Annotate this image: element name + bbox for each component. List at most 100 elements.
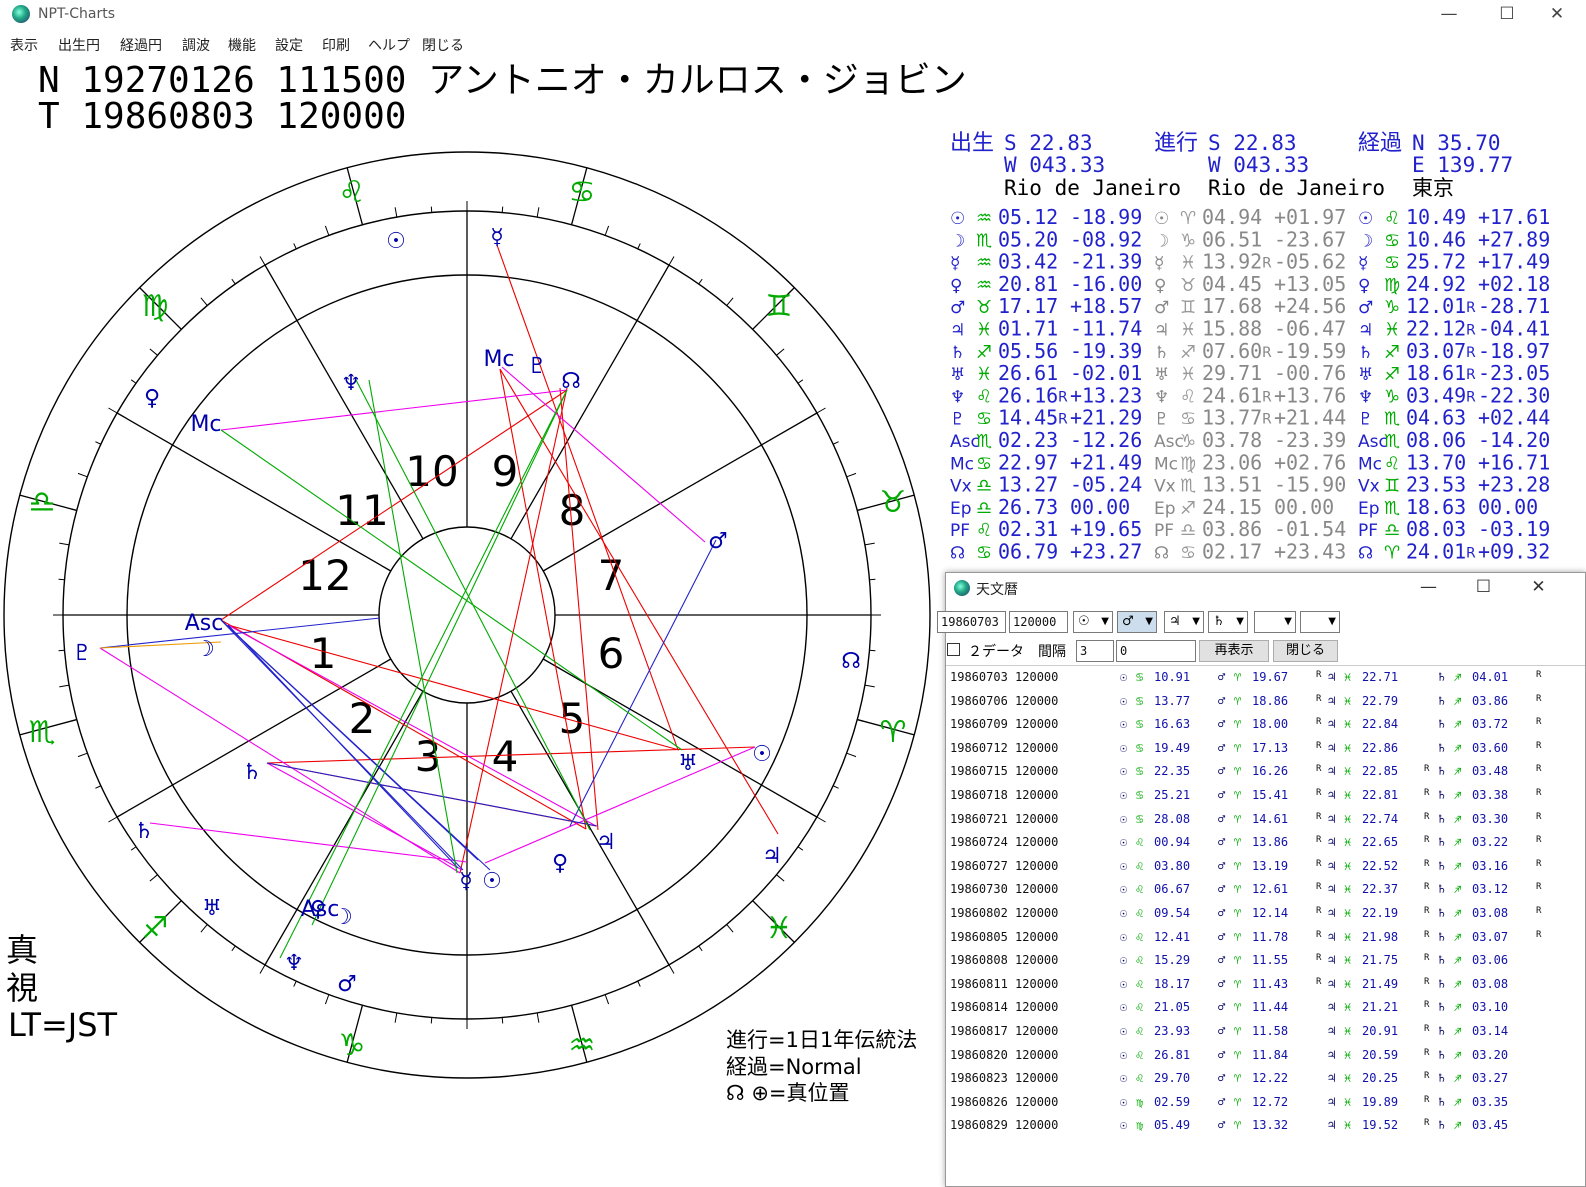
sign-symbol: ♑: [1384, 386, 1400, 407]
interval-input[interactable]: 3: [1076, 640, 1114, 662]
retrograde-flag: [1536, 1071, 1541, 1081]
sign-icon: ♓: [1344, 740, 1352, 755]
mars-icon: ♂: [1218, 1047, 1226, 1062]
planet-select-5[interactable]: ▼: [1254, 611, 1296, 633]
jupiter-icon: ♃: [1328, 811, 1336, 826]
location-label: 進行: [1154, 131, 1198, 156]
sign-symbol: ♐: [976, 342, 992, 363]
redisplay-button[interactable]: 再表示: [1199, 640, 1269, 662]
mars-icon: ♂: [1218, 835, 1226, 850]
declination-value: -03.19: [1478, 517, 1550, 541]
saturn-icon: ♄: [1438, 740, 1446, 755]
latitude: S 22.83: [1208, 131, 1297, 155]
ephemeris-row: 19860808 120000 ☉ ♌ 15.29 ♂ ♈ 11.55 R ♃ ♓ 21.75 R ♄ ♐…: [946, 949, 1586, 973]
sign-icon: ♈: [1234, 670, 1242, 684]
sun-icon: ☉: [1120, 788, 1128, 802]
sign-icon: ♋: [1136, 740, 1144, 755]
planet-symbol: Ep: [1154, 499, 1176, 519]
sign-icon: ♈: [1234, 906, 1242, 920]
planet-glyph: ☉: [752, 742, 772, 767]
sun-longitude: 22.35: [1154, 764, 1191, 779]
offset-input[interactable]: 0: [1116, 640, 1196, 662]
saturn-icon: ♄: [1438, 835, 1446, 850]
planet-glyph: ♂: [708, 529, 728, 554]
declination-value: +23.28: [1478, 473, 1550, 497]
planet-select-6[interactable]: ▼: [1300, 611, 1340, 633]
retrograde-flag: R: [1536, 717, 1542, 728]
degree-tick: [59, 542, 70, 546]
degree-tick: [430, 206, 433, 213]
sun-longitude: 02.59: [1154, 1094, 1191, 1109]
longitude-value: 23.53: [1406, 473, 1466, 497]
mars-icon: ♂: [1218, 811, 1226, 826]
date-input[interactable]: 19860703: [937, 611, 1006, 633]
saturn-longitude: 03.35: [1472, 1094, 1509, 1109]
mars-icon: ♂: [1218, 906, 1226, 920]
degree-tick: [259, 964, 266, 974]
sun-longitude: 12.41: [1154, 929, 1191, 944]
longitude-value: 13.92: [1202, 250, 1262, 274]
ephemeris-minimize-button[interactable]: —: [1401, 573, 1456, 603]
mars-longitude: 11.78: [1252, 929, 1289, 944]
longitude-value: 24.15: [1202, 495, 1262, 519]
two-data-checkbox[interactable]: [947, 643, 960, 656]
house-number: 4: [492, 732, 519, 781]
declination-value: -18.97: [1478, 339, 1550, 363]
declination-value: -04.41: [1478, 317, 1550, 341]
sun-longitude: 23.93: [1154, 1024, 1191, 1038]
saturn-icon: ♄: [1438, 788, 1446, 802]
planet-glyph: ☿: [459, 869, 473, 894]
planet-select-4[interactable]: ♄ ▼: [1208, 611, 1248, 633]
chart-wheel: 123 456789101112♌ ♋♊♉♈♓♒♑♐♏♎♍: [3, 151, 931, 1079]
ephemeris-title-bar: 天文暦 — ☐ ✕: [946, 573, 1585, 603]
degree-tick: [846, 472, 857, 478]
sign-symbol: ♍: [1384, 275, 1400, 296]
row-datetime: 19860721 120000: [950, 811, 1059, 826]
retrograde-flag: R: [1466, 323, 1476, 339]
planet-symbol: ♃: [1154, 321, 1169, 341]
jupiter-icon: ♃: [1328, 858, 1336, 873]
sign-symbol: ♐: [1384, 364, 1400, 385]
degree-tick: [869, 578, 876, 581]
mars-longitude: 18.00: [1252, 717, 1289, 732]
place-name: Rio de Janeiro: [1208, 176, 1385, 200]
transit-note: 経過=Normal: [726, 1055, 862, 1079]
planet-symbol: ☽: [950, 231, 965, 251]
retrograde-flag: [1424, 694, 1429, 704]
sign-symbol: ♉: [1180, 275, 1196, 296]
mars-longitude: 17.13: [1252, 740, 1289, 755]
jupiter-icon: ♃: [1328, 1047, 1336, 1062]
retrograde-flag: R: [1316, 976, 1322, 987]
sign-symbol: ♋: [1180, 543, 1196, 564]
mars-icon: ♂: [1218, 764, 1226, 779]
declination-value: -23.39: [1274, 428, 1346, 452]
jupiter-longitude: 20.25: [1362, 1071, 1399, 1086]
planet-select-1[interactable]: ☉ ▼: [1073, 611, 1113, 633]
planet-select-2[interactable]: ♂ ▼: [1117, 611, 1157, 633]
retrograde-flag: R: [1316, 811, 1322, 822]
sun-icon: ☉: [1120, 976, 1128, 991]
ephemeris-row: 19860703 120000 ☉ ♋ 10.91 ♂ ♈ 19.67 R ♃ ♓ 22.71 ♄ ♐…: [946, 666, 1586, 690]
retrograde-flag: R: [1316, 858, 1322, 869]
jupiter-icon: ♃: [1328, 976, 1336, 991]
degree-tick: [846, 752, 857, 758]
sign-symbol: ♎: [976, 476, 992, 497]
planet-select-3[interactable]: ♃ ▼: [1164, 611, 1204, 633]
planet-symbol: ♇: [1154, 410, 1169, 430]
sun-icon: ☉: [1120, 1071, 1128, 1086]
degree-tick: [797, 846, 804, 851]
retrograde-flag: R: [1466, 300, 1476, 316]
time-input[interactable]: 120000: [1009, 611, 1068, 633]
row-datetime: 19860820 120000: [950, 1047, 1059, 1062]
declination-value: +23.27: [1070, 540, 1142, 564]
retrograde-flag: R: [1536, 788, 1542, 798]
retrograde-flag: [1536, 977, 1541, 987]
sign-icon: ♈: [1234, 693, 1242, 708]
sign-symbol: ♋: [1384, 253, 1400, 274]
ephemeris-maximize-button[interactable]: ☐: [1456, 573, 1511, 603]
jupiter-icon: ♃: [1328, 1071, 1336, 1086]
ephemeris-close-action-button[interactable]: 閉じる: [1273, 640, 1338, 662]
planet-symbol: ☽: [1154, 231, 1169, 251]
house-number: 9: [492, 447, 519, 496]
ephemeris-close-button[interactable]: ✕: [1511, 573, 1566, 603]
